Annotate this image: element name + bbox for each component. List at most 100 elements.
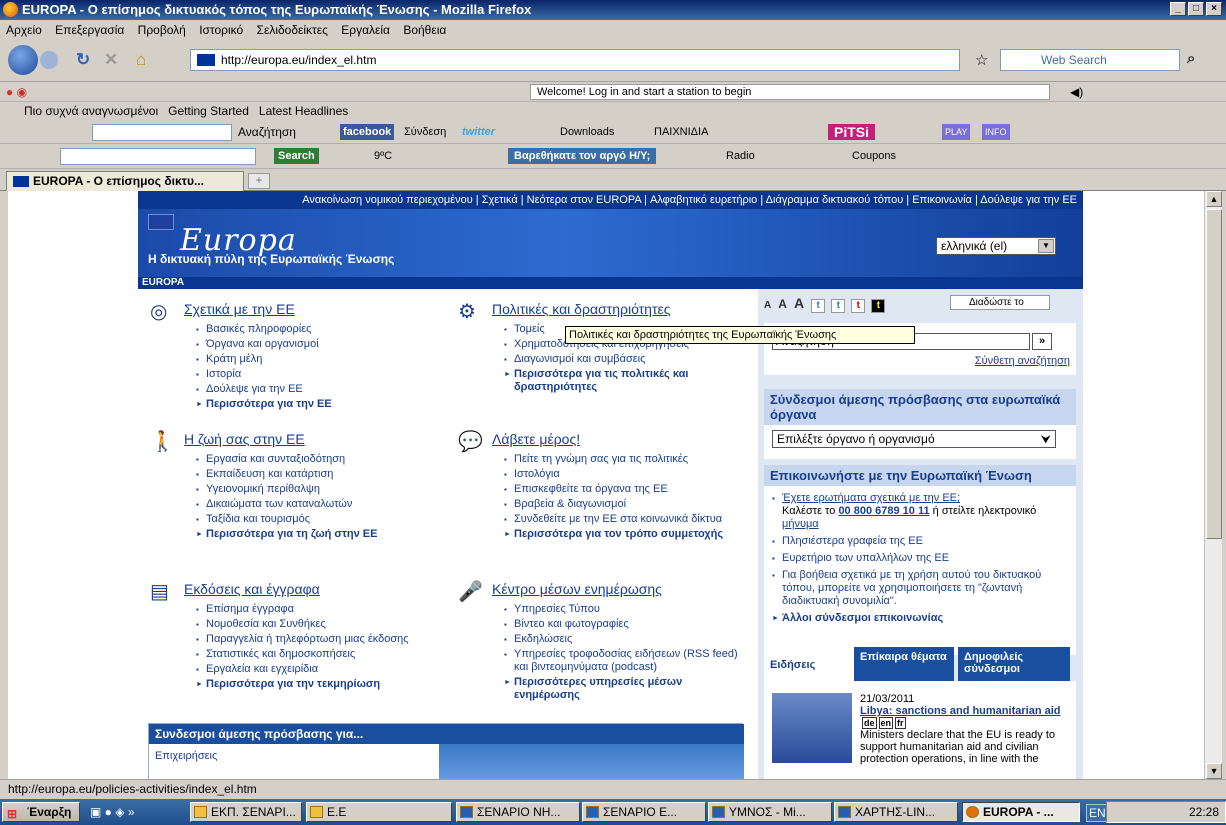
lang-fr[interactable]: fr <box>895 717 906 729</box>
bookmark-star-icon[interactable]: ☆ <box>975 51 988 69</box>
list-item[interactable]: Υπηρεσίες τροφοδοσίας ειδήσεων (RSS feed… <box>504 648 744 674</box>
language-select[interactable]: ελληνικά (el) ▼ <box>936 237 1056 255</box>
font-large-button[interactable]: A <box>794 295 804 311</box>
list-item[interactable]: Στατιστικές και δημοσκοπήσεις <box>196 648 448 661</box>
more-link[interactable]: Περισσότερα για την ΕΕ <box>196 398 448 411</box>
web-search-input[interactable]: Web Search <box>1000 49 1180 71</box>
bookmark-latest-headlines[interactable]: Latest Headlines <box>259 104 348 118</box>
bookmark-most-read[interactable]: Πιο συχνά αναγνωσμένοι <box>24 104 158 118</box>
high-contrast-icon[interactable]: t <box>871 299 886 313</box>
more-contact-links[interactable]: Άλλοι σύνδεσμοι επικοινωνίας <box>772 612 1068 625</box>
list-item[interactable]: Εκδηλώσεις <box>504 633 756 646</box>
forward-button[interactable] <box>40 51 58 69</box>
direct-link-business[interactable]: Επιχειρήσεις <box>155 750 217 762</box>
list-item[interactable]: Συνδεθείτε με την ΕΕ στα κοινωνικά δίκτυ… <box>504 513 744 526</box>
text-only-icon[interactable]: t <box>811 299 826 313</box>
radio-status-box[interactable]: Welcome! Log in and start a station to b… <box>530 84 1050 100</box>
share-button[interactable]: Διαδώστε το <box>950 295 1050 310</box>
reload-icon[interactable]: ↻ <box>76 50 90 70</box>
list-item[interactable]: Ταξίδια και τουρισμός <box>196 513 448 526</box>
more-link[interactable]: Περισσότερα για τον τρόπο συμμετοχής <box>504 528 734 541</box>
addon-search-field[interactable] <box>92 124 232 141</box>
stop-icon[interactable]: ✕ <box>104 50 118 70</box>
list-item[interactable]: Διαγωνισμοί και συμβάσεις <box>504 353 756 366</box>
minimize-button[interactable]: _ <box>1170 2 1186 16</box>
section-title[interactable]: Εκδόσεις και έγγραφα <box>184 581 448 597</box>
list-item[interactable]: Επίσημα έγγραφα <box>196 603 448 616</box>
volume-icon[interactable]: ◀) <box>1070 84 1083 100</box>
task-button[interactable]: Ε.Ε <box>306 802 452 822</box>
scroll-thumb[interactable] <box>1206 209 1222 539</box>
section-title[interactable]: Η ζωή σας στην ΕΕ <box>184 431 448 447</box>
url-bar[interactable]: http://europa.eu/index_el.htm <box>190 49 960 71</box>
new-tab-button[interactable]: + <box>248 173 270 189</box>
advanced-search-link[interactable]: Σύνθετη αναζήτηση <box>975 355 1070 367</box>
pitsi-logo[interactable]: PiTSi <box>828 124 876 140</box>
lang-de[interactable]: de <box>862 717 877 729</box>
more-link[interactable]: Περισσότερα για τη ζωή στην ΕΕ <box>196 528 448 541</box>
phone-number[interactable]: 00 800 6789 10 11 <box>838 505 929 517</box>
facebook-login[interactable]: Σύνδεση <box>404 124 446 140</box>
contact-link[interactable]: Ευρετήριο των υπαλλήλων της ΕΕ <box>772 552 1068 565</box>
list-item[interactable]: Δούλεψε για την ΕΕ <box>196 383 448 396</box>
bookmark-getting-started[interactable]: Getting Started <box>168 104 249 118</box>
start-button[interactable]: ⊞ Έναρξη <box>2 802 80 822</box>
search-button[interactable]: Search <box>274 148 319 164</box>
list-item[interactable]: Υπηρεσίες Τύπου <box>504 603 756 616</box>
menu-tools[interactable]: Εργαλεία <box>341 23 390 37</box>
list-item[interactable]: Πείτε τη γνώμη σας για τις πολιτικές <box>504 453 756 466</box>
menu-view[interactable]: Προβολή <box>138 23 186 37</box>
menu-history[interactable]: Ιστορικό <box>199 23 243 37</box>
task-button[interactable]: ΥΜΝΟΣ - Mi... <box>708 802 832 822</box>
back-button[interactable] <box>8 45 38 75</box>
promo-image[interactable] <box>439 744 744 779</box>
twitter-button[interactable]: twitter <box>462 124 495 140</box>
search-icon[interactable]: ⌕ <box>1187 50 1195 67</box>
task-button-active[interactable]: EUROPA - ... <box>962 802 1080 822</box>
scroll-up-icon[interactable]: ▲ <box>1206 191 1222 207</box>
list-item[interactable]: Βίντεο και φωτογραφίες <box>504 618 756 631</box>
list-item[interactable]: Ιστολόγια <box>504 468 756 481</box>
quick-launch-icons[interactable]: ▣ ● ◈ » <box>90 804 135 820</box>
list-item[interactable]: Εκπαίδευση και κατάρτιση <box>196 468 448 481</box>
section-title[interactable]: Λάβετε μέρος! <box>492 431 756 447</box>
print-icon[interactable]: t <box>851 299 866 313</box>
play-button[interactable]: PLAY <box>942 124 971 140</box>
news-image[interactable] <box>772 693 852 763</box>
search-go-button[interactable]: » <box>1032 333 1052 350</box>
contrast-icon[interactable]: t <box>831 299 846 313</box>
section-title[interactable]: Πολιτικές και δραστηριότητες <box>492 301 756 317</box>
chevron-down-icon[interactable]: ▼ <box>1038 239 1054 253</box>
menu-file[interactable]: Αρχείο <box>6 23 42 37</box>
news-title[interactable]: Libya: sanctions and humanitarian aid <box>860 705 1060 717</box>
contact-link[interactable]: Για βοήθεια σχετικά με τη χρήση αυτού το… <box>772 569 1068 608</box>
news-headline[interactable]: Libya: sanctions and humanitarian aid de… <box>860 705 1070 729</box>
task-button[interactable]: ΧΑΡΤΗΣ-LIN... <box>834 802 958 822</box>
tab-news[interactable]: Ειδήσεις <box>764 647 854 681</box>
games-button[interactable]: ΠΑΙΧΝΙΔΙΑ <box>654 124 708 140</box>
section-title[interactable]: Κέντρο μέσων ενημέρωσης <box>492 581 756 597</box>
slow-pc-button[interactable]: Βαρεθήκατε τον αργό Η/Υ; <box>508 148 657 164</box>
coupons-button[interactable]: Coupons <box>852 148 896 164</box>
weather-temp[interactable]: 9ºC <box>374 148 392 164</box>
vertical-scrollbar[interactable]: ▲ ▼ <box>1204 191 1222 779</box>
list-item[interactable]: Βασικές πληροφορίες <box>196 323 448 336</box>
font-medium-button[interactable]: A <box>778 297 787 311</box>
more-link[interactable]: Περισσότερα για τις πολιτικές και δραστη… <box>504 368 744 394</box>
addon-search-button[interactable]: Αναζήτηση <box>238 124 296 140</box>
downloads-button[interactable]: Downloads <box>560 124 614 140</box>
task-button[interactable]: ΕΚΠ. ΣΕΝΑΡΙ... <box>190 802 302 822</box>
maximize-button[interactable]: □ <box>1188 2 1204 16</box>
section-title[interactable]: Σχετικά με την ΕΕ <box>184 301 448 317</box>
tab-europa[interactable]: EUROPA - Ο επίσημος δικτυ... <box>6 171 244 191</box>
scroll-down-icon[interactable]: ▼ <box>1206 763 1222 779</box>
top-links-bar[interactable]: Ανακοίνωση νομικού περιεχομένου | Σχετικ… <box>138 191 1083 209</box>
more-link[interactable]: Περισσότερα για την τεκμηρίωση <box>196 678 448 691</box>
menu-help[interactable]: Βοήθεια <box>403 23 446 37</box>
window-titlebar[interactable]: EUROPA - Ο επίσημος δικτυακός τόπος της … <box>0 0 1226 20</box>
list-item[interactable]: Ιστορία <box>196 368 448 381</box>
list-item[interactable]: Εργαλεία και εγχειρίδια <box>196 663 448 676</box>
list-item[interactable]: Επισκεφθείτε τα όργανα της ΕΕ <box>504 483 756 496</box>
task-button[interactable]: ΣΕΝΑΡΙΟ ΝΗ... <box>456 802 580 822</box>
facebook-button[interactable]: facebook <box>340 124 395 140</box>
